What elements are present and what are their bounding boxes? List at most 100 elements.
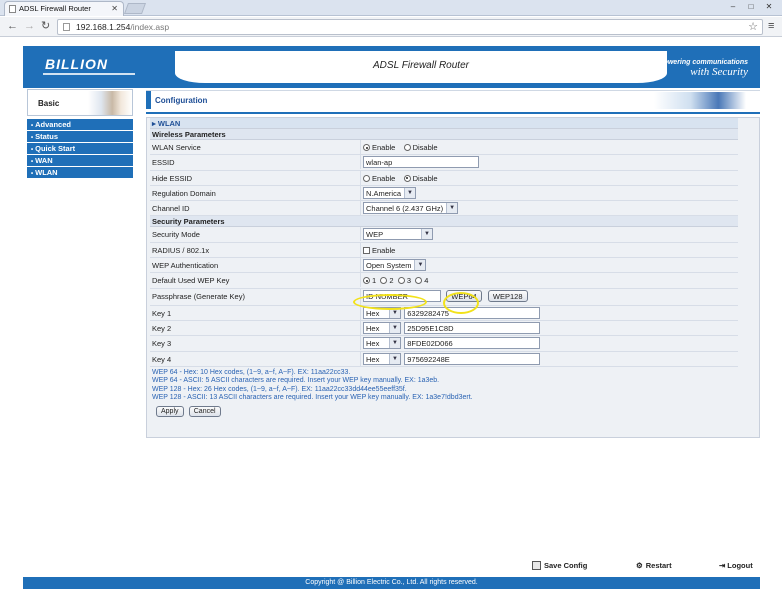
field-label: Channel ID: [152, 204, 190, 214]
window-close-icon[interactable]: ✕: [762, 1, 776, 12]
row-key-4: Key 4 Hex ▼ 975692248E: [150, 351, 738, 367]
radius-enable-checkbox[interactable]: Enable: [363, 246, 395, 255]
row-channel-id: Channel ID Channel 6 (2.437 GHz) ▼: [150, 201, 738, 217]
minimize-icon[interactable]: –: [726, 1, 740, 12]
key1-input[interactable]: 6329282475: [404, 306, 541, 319]
hide-essid-disable-radio[interactable]: Disable: [403, 174, 438, 183]
new-tab-button[interactable]: [123, 3, 147, 14]
close-icon[interactable]: ✕: [111, 4, 118, 13]
copyright-bar: Copyright @ Billion Electric Co., Ltd. A…: [23, 577, 760, 589]
logout-icon: ⇥: [719, 561, 726, 570]
reload-icon[interactable]: ↻: [41, 20, 50, 33]
header-photo: [88, 91, 132, 115]
page-icon: [63, 23, 70, 31]
wlan-service-enable-radio[interactable]: Enable: [363, 143, 395, 152]
sidebar-item-wlan[interactable]: • WLAN: [27, 167, 133, 178]
chevron-down-icon: ▼: [389, 307, 400, 318]
content-title: Configuration: [155, 96, 208, 105]
channel-select[interactable]: Channel 6 (2.437 GHz) ▼: [363, 202, 459, 215]
regulation-domain-select[interactable]: N.America ▼: [363, 186, 417, 199]
key3-input[interactable]: 8FDE02D066: [404, 337, 541, 350]
field-label: Passphrase (Generate Key): [152, 291, 245, 301]
passphrase-input[interactable]: ID NUMBER: [363, 289, 441, 302]
address-bar[interactable]: 192.168.1.254/index.asp ☆: [57, 19, 763, 35]
key2-format-select[interactable]: Hex ▼: [363, 321, 401, 334]
row-wlan-service: WLAN Service Enable Disable: [150, 140, 738, 156]
key4-input[interactable]: 975692248E: [404, 352, 541, 365]
essid-input[interactable]: wlan-ap: [363, 156, 479, 169]
row-passphrase: Passphrase (Generate Key) ID NUMBER WEP6…: [150, 288, 738, 306]
row-key-3: Key 3 Hex ▼ 8FDE02D066: [150, 336, 738, 352]
sidebar-item-label: Advanced: [35, 120, 71, 129]
sidebar-item-status[interactable]: • Status: [27, 131, 133, 142]
star-icon[interactable]: ☆: [748, 20, 758, 33]
key4-format-select[interactable]: Hex ▼: [363, 352, 401, 365]
key2-input[interactable]: 25D95E1C8D: [404, 321, 541, 334]
key1-format-select[interactable]: Hex ▼: [363, 306, 401, 319]
security-mode-select[interactable]: WEP ▼: [363, 228, 433, 241]
row-default-wep-key: Default Used WEP Key 1 2 3 4: [150, 273, 738, 289]
row-radius: RADIUS / 802.1x Enable: [150, 242, 738, 259]
default-key-radio-2[interactable]: 2: [380, 276, 394, 285]
wep64-button[interactable]: WEP64: [446, 289, 482, 302]
browser-tab-bar: ADSL Firewall Router ✕ – □ ✕: [0, 0, 782, 16]
content-header-graphic: [654, 92, 746, 109]
browser-tab[interactable]: ADSL Firewall Router ✕: [4, 1, 124, 16]
chevron-down-icon: ▼: [421, 229, 432, 240]
field-label: RADIUS / 802.1x: [152, 245, 210, 255]
sidebar-item-quick-start[interactable]: • Quick Start: [27, 143, 133, 154]
key3-format-select[interactable]: Hex ▼: [363, 337, 401, 350]
hint-line: WEP 64 - Hex: 10 Hex codes, (1~9, a~f, A…: [152, 368, 351, 376]
field-label: ESSID: [152, 158, 175, 168]
sidebar-item-advanced[interactable]: • Advanced: [27, 119, 133, 130]
content-accent-bar: [146, 91, 151, 109]
save-config-button[interactable]: Save Config: [532, 561, 587, 570]
slogan-line-1: Powering communications: [658, 59, 748, 66]
sidebar-menu: • Advanced • Status • Quick Start • WAN • WLA…: [27, 119, 133, 179]
back-arrow-icon[interactable]: ←: [7, 20, 18, 33]
wep-hints: WEP 64 - Hex: 10 Hex codes, (1~9, a~f, A…: [150, 367, 738, 403]
tab-title: ADSL Firewall Router: [19, 4, 91, 13]
field-label: Key 4: [152, 354, 172, 364]
form-actions: Apply Cancel: [150, 403, 738, 419]
restart-button[interactable]: ⚙ Restart: [636, 561, 672, 570]
sidebar-item-label: WLAN: [35, 168, 58, 177]
panel-title-bar: ▸ WLAN: [150, 118, 738, 129]
router-header: BILLION ADSL Firewall Router Powering co…: [23, 46, 760, 88]
url-path: /index.asp: [130, 22, 170, 32]
wep128-button[interactable]: WEP128: [487, 289, 528, 302]
cancel-button[interactable]: Cancel: [188, 405, 221, 417]
maximize-icon[interactable]: □: [744, 1, 758, 12]
brand-logo: BILLION: [45, 56, 108, 72]
chevron-down-icon: ▼: [414, 260, 426, 271]
default-key-radio-4[interactable]: 4: [415, 276, 428, 285]
field-label: WLAN Service: [152, 143, 201, 152]
browser-toolbar: ← → ↻ 192.168.1.254/index.asp ☆ ≡: [0, 17, 782, 37]
sidebar-header: Basic: [27, 89, 133, 116]
restart-icon: ⚙: [636, 561, 643, 570]
url-host: 192.168.1.254: [76, 22, 131, 32]
hint-line: WEP 128 - Hex: 26 Hex codes, (1~9, a~f, …: [152, 385, 407, 393]
wep-authentication-select[interactable]: Open System ▼: [363, 259, 427, 272]
field-label: Security Mode: [152, 230, 200, 240]
field-label: Key 1: [152, 308, 172, 318]
chevron-down-icon: ▼: [446, 203, 458, 214]
hide-essid-enable-radio[interactable]: Enable: [363, 174, 395, 183]
logout-button[interactable]: ⇥ Logout: [719, 561, 753, 570]
sidebar-item-wan[interactable]: • WAN: [27, 155, 133, 166]
wlan-panel: ▸ WLAN Wireless Parameters WLAN Service …: [146, 117, 760, 438]
page-title: ADSL Firewall Router: [373, 60, 469, 71]
default-key-radio-1[interactable]: 1: [363, 276, 376, 285]
page-icon: [9, 5, 16, 13]
field-label: Hide ESSID: [152, 173, 193, 183]
wlan-service-disable-radio[interactable]: Disable: [403, 143, 438, 152]
forward-arrow-icon[interactable]: →: [24, 20, 35, 33]
content-header: Configuration: [146, 90, 760, 110]
apply-button[interactable]: Apply: [156, 405, 184, 417]
menu-icon[interactable]: ≡: [768, 20, 774, 32]
sidebar-item-label: Quick Start: [35, 144, 76, 153]
sidebar-item-label: WAN: [35, 156, 53, 165]
row-regulation-domain: Regulation Domain N.America ▼: [150, 185, 738, 202]
field-label: Key 3: [152, 339, 172, 349]
default-key-radio-3[interactable]: 3: [397, 276, 411, 285]
